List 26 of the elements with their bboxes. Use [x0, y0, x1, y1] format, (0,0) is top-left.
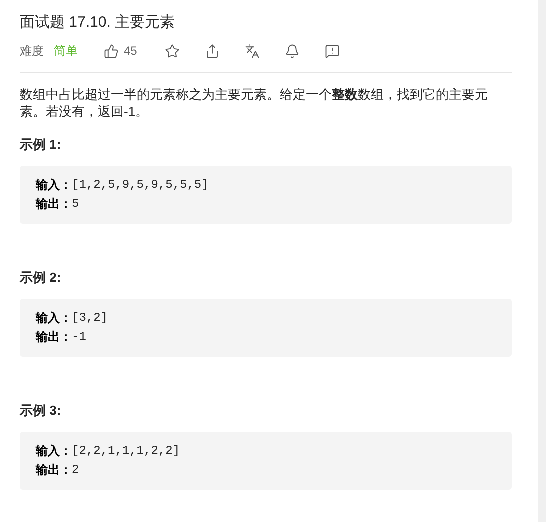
translate-icon[interactable] [245, 44, 260, 58]
code-label: 输出： [36, 462, 72, 479]
thumbs-up-icon [104, 44, 119, 58]
like-button[interactable]: 45 [104, 42, 138, 60]
code-label: 输出： [36, 329, 72, 346]
bell-icon[interactable] [285, 44, 300, 58]
code-value: [3,2] [72, 310, 108, 327]
code-label: 输入： [36, 310, 72, 327]
example-title: 示例 3: [20, 402, 62, 420]
code-value: 5 [72, 196, 80, 213]
example-title: 示例 2: [20, 269, 62, 287]
difficulty-value: 简单 [54, 43, 78, 60]
code-label: 输入： [36, 177, 72, 194]
difficulty-label: 难度 [20, 43, 44, 60]
code-value: [1,2,5,9,5,9,5,5,5] [72, 177, 209, 194]
feedback-icon[interactable] [325, 44, 340, 58]
star-icon[interactable] [165, 44, 180, 58]
problem-description: 数组中占比超过一半的元素称之为主要元素。给定一个整数数组，找到它的主要元素。若没有，返回-1。 [20, 86, 489, 120]
code-label: 输入： [36, 443, 72, 460]
code-value: [2,2,1,1,1,2,2] [72, 443, 180, 460]
example-title: 示例 1: [20, 136, 62, 154]
code-value: 2 [72, 462, 80, 479]
share-icon[interactable] [205, 44, 220, 58]
code-value: -1 [72, 329, 86, 346]
code-label: 输出： [36, 196, 72, 213]
problem-title: 面试题 17.10. 主要元素 [20, 13, 176, 33]
